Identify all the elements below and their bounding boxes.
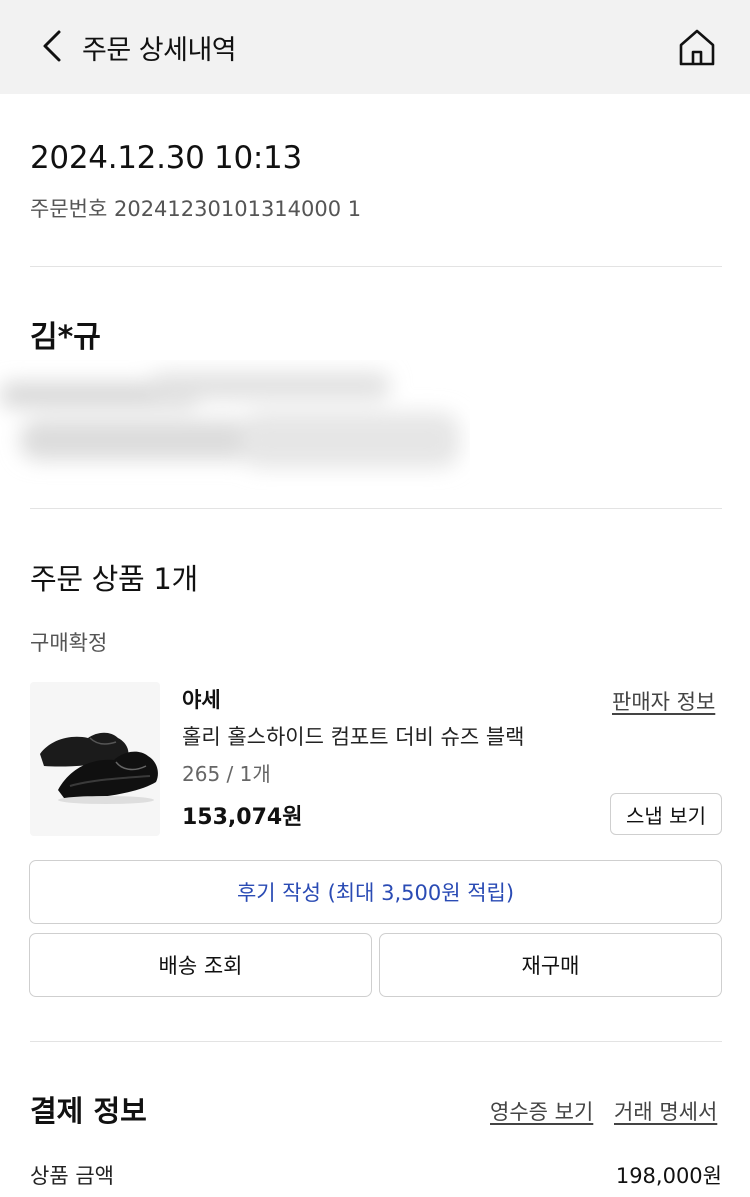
product-image[interactable] xyxy=(30,682,160,836)
shoe-image xyxy=(30,682,160,836)
transaction-statement-link[interactable]: 거래 명세서 xyxy=(614,1096,717,1126)
page-title: 주문 상세내역 xyxy=(82,35,237,66)
order-number: 주문번호 20241230101314000 1 xyxy=(30,193,361,223)
product-amount-value: 198,000원 xyxy=(615,1164,722,1188)
home-button[interactable] xyxy=(674,24,720,70)
product-amount-label: 상품 금액 xyxy=(30,1164,114,1188)
divider xyxy=(30,1041,722,1042)
rebuy-button[interactable]: 재구매 xyxy=(379,933,722,997)
redacted-address-blur xyxy=(0,372,460,468)
top-bar: 주문 상세내역 xyxy=(0,0,750,94)
snap-view-button[interactable]: 스냅 보기 xyxy=(610,793,722,835)
divider xyxy=(30,266,722,267)
write-review-button[interactable]: 후기 작성 (최대 3,500원 적립) xyxy=(29,860,722,924)
home-icon xyxy=(679,29,715,66)
product-option: 265 / 1개 xyxy=(182,762,271,786)
track-shipping-button[interactable]: 배송 조회 xyxy=(29,933,372,997)
order-datetime: 2024.12.30 10:13 xyxy=(30,140,302,176)
payment-section-title: 결제 정보 xyxy=(30,1094,147,1128)
product-name[interactable]: 홀리 홀스하이드 컴포트 더비 슈즈 블랙 xyxy=(182,721,525,751)
buyer-name: 김*규 xyxy=(30,320,101,355)
receipt-link[interactable]: 영수증 보기 xyxy=(490,1096,593,1126)
divider xyxy=(30,508,722,509)
product-brand: 야세 xyxy=(182,688,221,712)
product-price: 153,074원 xyxy=(182,805,303,830)
order-status: 구매확정 xyxy=(30,631,108,655)
back-button[interactable] xyxy=(32,26,72,66)
order-number-label: 주문번호 xyxy=(30,197,108,221)
order-number-value: 20241230101314000 1 xyxy=(113,197,362,221)
seller-info-link[interactable]: 판매자 정보 xyxy=(612,686,715,716)
chevron-left-icon xyxy=(43,30,61,62)
items-section-title: 주문 상품 1개 xyxy=(30,562,198,596)
